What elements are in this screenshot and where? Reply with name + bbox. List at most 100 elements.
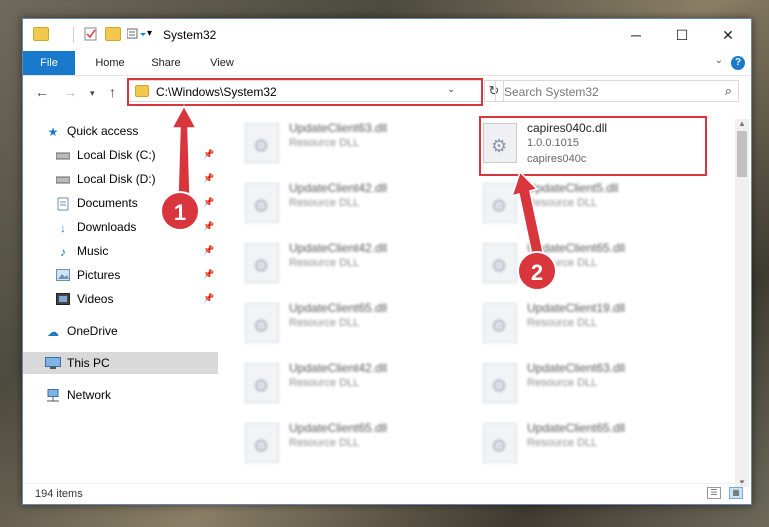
address-bar[interactable]: C:\Windows\System32 ⌄ — [128, 80, 482, 102]
file-name: UpdateClient42.dll — [289, 241, 388, 255]
list-item[interactable]: ⚙ UpdateClient65.dll Resource DLL — [239, 299, 461, 351]
new-folder-icon[interactable] — [105, 27, 121, 41]
list-item[interactable]: ⚙ UpdateClient42.dll Resource DLL — [239, 359, 461, 411]
properties-icon[interactable] — [83, 27, 99, 41]
file-description: Resource DLL — [527, 197, 598, 209]
file-description: Resource DLL — [527, 437, 598, 449]
pin-icon[interactable]: 📌 — [203, 269, 214, 280]
sidebar-item-videos[interactable]: Videos — [55, 288, 113, 310]
address-path[interactable]: C:\Windows\System32 — [156, 85, 277, 99]
file-description: Resource DLL — [289, 197, 360, 209]
list-item[interactable]: ⚙ UpdateClient5.dll Resource DLL — [477, 179, 699, 231]
file-name: UpdateClient42.dll — [289, 181, 388, 195]
pin-icon[interactable]: 📌 — [203, 293, 214, 304]
up-arrow-icon[interactable]: ↑ — [109, 84, 116, 100]
navigation-pane: ★ Quick access Local Disk (C:) 📌 Local Di… — [23, 119, 218, 479]
sidebar-item-label: Network — [67, 388, 112, 402]
tab-share[interactable]: Share — [141, 51, 191, 75]
back-arrow-icon[interactable]: ← — [35, 84, 49, 100]
file-name: UpdateClient63.dll — [527, 361, 626, 375]
dll-file-icon: ⚙ — [245, 183, 279, 223]
network-icon — [45, 388, 61, 403]
folder-icon — [33, 27, 49, 41]
pin-icon[interactable]: 📌 — [203, 245, 214, 256]
dll-file-icon: ⚙ — [245, 303, 279, 343]
chevron-down-icon[interactable]: ▾ — [147, 27, 163, 41]
dll-file-icon: ⚙ — [245, 123, 279, 163]
list-item[interactable]: ⚙ UpdateClient42.dll Resource DLL — [239, 179, 461, 231]
sidebar-item-label: Downloads — [77, 220, 137, 234]
cloud-icon: ☁ — [47, 324, 59, 339]
sidebar-item-music[interactable]: ♪ Music — [55, 240, 108, 262]
pin-icon[interactable]: 📌 — [203, 173, 214, 184]
close-button[interactable]: ✕ — [705, 19, 751, 51]
tab-home[interactable]: Home — [85, 51, 135, 75]
large-icons-view-icon[interactable]: ▦ — [729, 487, 743, 499]
file-description: Resource DLL — [289, 377, 360, 389]
minimize-button[interactable]: ─ — [613, 19, 659, 51]
pin-icon[interactable]: 📌 — [203, 221, 214, 232]
file-description: Resource DLL — [289, 257, 360, 269]
forward-arrow-icon[interactable]: → — [63, 84, 77, 100]
dll-file-icon: ⚙ — [483, 303, 517, 343]
sidebar-item-this-pc[interactable]: This PC — [23, 352, 218, 374]
list-item[interactable]: ⚙ UpdateClient65.dll Resource DLL — [239, 419, 461, 471]
sidebar-item-onedrive[interactable]: ☁ OneDrive — [45, 320, 118, 342]
download-icon: ↓ — [60, 220, 66, 235]
sidebar-item-local-disk-c[interactable]: Local Disk (C:) — [55, 144, 156, 166]
pin-icon[interactable]: 📌 — [203, 197, 214, 208]
file-description: Resource DLL — [289, 137, 360, 149]
vertical-scrollbar[interactable]: ▲ ▼ — [735, 119, 749, 487]
list-item[interactable]: ⚙ UpdateClient65.dll Resource DLL — [477, 419, 699, 471]
chevron-down-icon[interactable]: ⌄ — [447, 84, 455, 95]
tab-view[interactable]: View — [197, 51, 247, 75]
videos-icon — [55, 292, 71, 307]
sidebar-item-documents[interactable]: Documents — [55, 192, 138, 214]
sidebar-item-network[interactable]: Network — [45, 384, 111, 406]
file-name: UpdateClient5.dll — [527, 181, 619, 195]
recent-locations-chevron-icon[interactable]: ▾ — [90, 88, 95, 99]
maximize-button[interactable]: ☐ — [659, 19, 705, 51]
file-description: Resource DLL — [527, 257, 598, 269]
search-placeholder: Search System32 — [504, 85, 599, 99]
file-version: 1.0.0.1015 — [527, 137, 579, 149]
file-name: UpdateClient65.dll — [289, 301, 388, 315]
navigation-bar: ← → ▾ ↑ C:\Windows\System32 ⌄ ↻ Search S… — [23, 76, 751, 110]
sidebar-item-label: Videos — [77, 292, 114, 306]
list-item[interactable]: ⚙ UpdateClient19.dll Resource DLL — [477, 299, 699, 351]
pin-icon[interactable]: 📌 — [203, 149, 214, 160]
list-item[interactable]: ⚙ UpdateClient63.dll Resource DLL — [477, 359, 699, 411]
file-name: UpdateClient65.dll — [527, 421, 626, 435]
sidebar-item-label: Pictures — [77, 268, 121, 282]
scroll-thumb[interactable] — [737, 131, 747, 177]
file-description: Resource DLL — [527, 377, 598, 389]
expand-ribbon-icon[interactable]: ⌄ — [715, 55, 723, 66]
status-bar: 194 items ☰ ▦ — [23, 483, 751, 505]
customize-quick-access-icon[interactable] — [126, 27, 146, 41]
drive-icon — [55, 173, 71, 187]
search-input[interactable]: Search System32 ⌕ — [495, 80, 739, 102]
window-title: System32 — [163, 28, 217, 42]
file-name: UpdateClient42.dll — [289, 361, 388, 375]
file-list: ⚙ UpdateClient63.dll Resource DLL ⚙ Upda… — [219, 119, 735, 479]
help-button[interactable]: ? — [731, 56, 745, 70]
sidebar-item-quick-access[interactable]: ★ Quick access — [45, 120, 139, 142]
list-item[interactable]: ⚙ UpdateClient65.dll Resource DLL — [477, 239, 699, 291]
file-name: UpdateClient65.dll — [527, 241, 626, 255]
sidebar-item-downloads[interactable]: ↓ Downloads — [55, 216, 136, 238]
sidebar-item-label: Local Disk (D:) — [77, 172, 156, 186]
details-view-icon[interactable]: ☰ — [707, 487, 721, 499]
sidebar-item-label: Local Disk (C:) — [77, 148, 156, 162]
file-name: capires040c.dll — [527, 121, 608, 135]
highlighted-file-item[interactable]: ⚙ capires040c.dll 1.0.0.1015 capires040c — [477, 119, 699, 171]
scroll-up-icon[interactable]: ▲ — [738, 119, 746, 128]
dll-file-icon: ⚙ — [483, 183, 517, 223]
list-item[interactable]: ⚙ UpdateClient42.dll Resource DLL — [239, 239, 461, 291]
tab-file[interactable]: File — [23, 51, 75, 75]
sidebar-item-pictures[interactable]: Pictures — [55, 264, 120, 286]
list-item[interactable]: ⚙ UpdateClient63.dll Resource DLL — [239, 119, 461, 171]
sidebar-item-local-disk-d[interactable]: Local Disk (D:) — [55, 168, 156, 190]
search-icon[interactable]: ⌕ — [725, 83, 732, 99]
dll-file-icon: ⚙ — [245, 423, 279, 463]
item-count: 194 items — [35, 488, 83, 500]
